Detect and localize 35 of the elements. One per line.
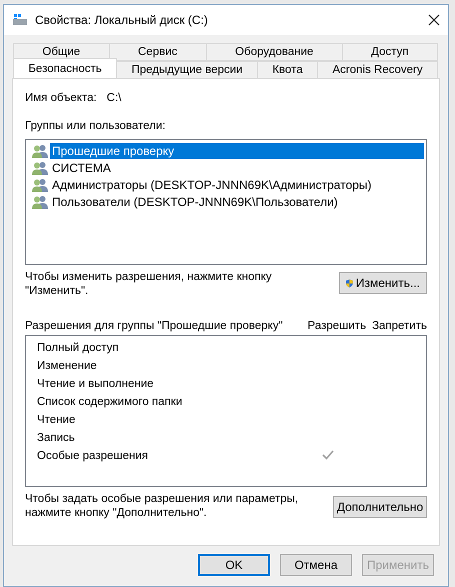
object-name-value: C:\ bbox=[106, 92, 122, 104]
users-icon bbox=[32, 160, 48, 174]
dialog-button[interactable]: Отмена bbox=[280, 554, 352, 576]
group-item[interactable]: Прошедшие проверку bbox=[50, 142, 424, 158]
change-hint: Чтобы изменить разрешения, нажмите кнопку "Изменить". bbox=[25, 270, 273, 298]
permission-name: Полный доступ bbox=[37, 342, 120, 354]
permission-name: Чтение и выполнение bbox=[37, 378, 155, 390]
allow-header: Разрешить bbox=[308, 320, 366, 332]
object-name-label: Имя объекта: bbox=[25, 92, 97, 104]
close-icon[interactable] bbox=[428, 14, 440, 26]
permission-name: Список содержимого папки bbox=[37, 396, 184, 408]
group-item[interactable]: Пользователи (DESKTOP-JNNN69K\Пользователи) bbox=[50, 194, 340, 210]
users-icon bbox=[32, 178, 48, 192]
users-icon bbox=[32, 194, 48, 208]
users-icon bbox=[32, 144, 48, 158]
permission-name: Запись bbox=[37, 432, 76, 444]
drive-icon bbox=[12, 13, 28, 27]
permission-name: Чтение bbox=[37, 414, 76, 426]
permission-name: Изменение bbox=[37, 360, 98, 372]
tab[interactable]: Сервис bbox=[108, 43, 207, 61]
tab[interactable]: Безопасность bbox=[13, 58, 118, 78]
edit-button[interactable]: Изменить... bbox=[339, 272, 427, 294]
permissions-label: Разрешения для группы "Прошедшие проверку" bbox=[25, 320, 284, 332]
tab[interactable]: Оборудование bbox=[206, 43, 343, 61]
window-title: Свойства: Локальный диск (C:) bbox=[35, 13, 209, 27]
dialog-button[interactable]: OK bbox=[198, 554, 270, 576]
group-item[interactable]: Администраторы (DESKTOP-JNNN69K\Администраторы) bbox=[50, 176, 374, 192]
tab[interactable]: Acronis Recovery bbox=[317, 61, 438, 79]
advanced-button[interactable]: Дополнительно bbox=[333, 496, 427, 518]
advanced-hint: Чтобы задать особые разрешения или параметры, нажмите кнопку "Дополнительно". bbox=[25, 492, 300, 520]
group-item[interactable]: СИСТЕМА bbox=[50, 160, 113, 176]
deny-header: Запретить bbox=[372, 320, 427, 332]
groups-label: Группы или пользователи: bbox=[25, 120, 166, 134]
tab[interactable]: Доступ bbox=[342, 43, 438, 61]
permission-name: Особые разрешения bbox=[37, 450, 150, 462]
